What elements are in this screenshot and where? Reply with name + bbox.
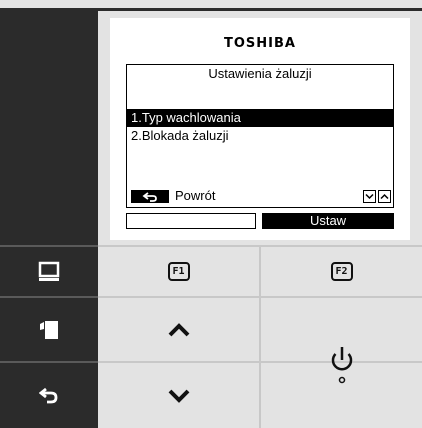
back-label: Powrót xyxy=(175,188,216,203)
back-key-icon xyxy=(131,190,169,203)
power-icon xyxy=(331,347,352,384)
down-button[interactable] xyxy=(98,363,259,428)
chevron-down-icon xyxy=(168,389,189,403)
f1-key-label: F1 xyxy=(167,262,190,281)
lcd-screen: TOSHIBA Ustawienia żaluzji 1.Typ wachlow… xyxy=(110,18,410,240)
f2-button[interactable]: F2 xyxy=(261,247,422,296)
set-softkey[interactable]: Ustaw xyxy=(262,213,394,229)
f1-button[interactable]: F1 xyxy=(98,247,259,296)
remote-controller: TOSHIBA Ustawienia żaluzji 1.Typ wachlow… xyxy=(0,0,422,428)
f2-key-label: F2 xyxy=(330,262,353,281)
menu-panel: Ustawienia żaluzji 1.Typ wachlowania 2.B… xyxy=(126,64,394,208)
back-arrow-icon xyxy=(39,387,58,403)
up-button[interactable] xyxy=(98,298,259,361)
menu-title: Ustawienia żaluzji xyxy=(208,66,312,81)
back-button[interactable] xyxy=(0,363,98,428)
swing-flap-button[interactable] xyxy=(0,298,98,361)
menu-item-swing-type[interactable]: 1.Typ wachlowania xyxy=(127,109,393,127)
power-indicator-led xyxy=(338,376,345,384)
chevron-up-small-icon xyxy=(378,190,391,203)
menu-item-flap-lock[interactable]: 2.Blokada żaluzji xyxy=(127,127,393,145)
monitor-icon xyxy=(38,261,60,281)
brand-logo: TOSHIBA xyxy=(224,36,296,51)
footer-row: Powrót xyxy=(127,187,393,205)
power-button[interactable] xyxy=(261,298,422,428)
monitor-button[interactable] xyxy=(0,247,98,296)
scroll-keys xyxy=(363,190,391,203)
soft-key-left[interactable] xyxy=(126,213,256,229)
chevron-up-icon xyxy=(168,322,189,336)
chevron-down-small-icon xyxy=(363,190,376,203)
swing-flap-icon xyxy=(40,320,58,339)
top-border xyxy=(98,8,422,11)
